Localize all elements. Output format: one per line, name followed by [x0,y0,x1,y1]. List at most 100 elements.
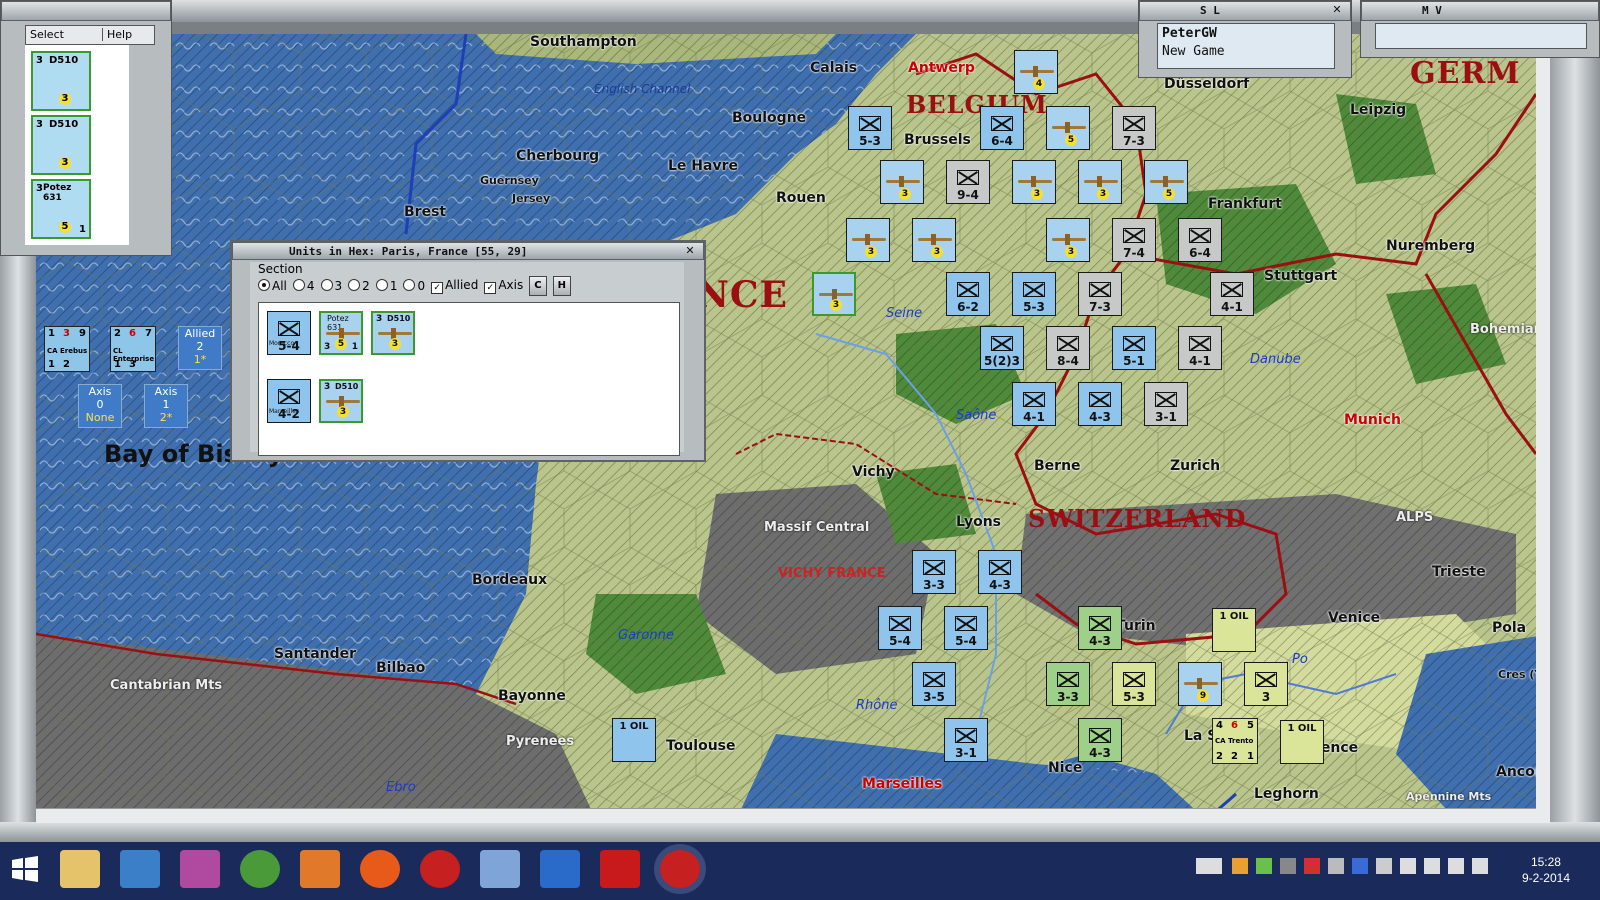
tray-app-icon[interactable] [1328,858,1344,874]
button-h[interactable]: H [552,276,571,296]
map-unit[interactable]: 5-3 [848,106,892,150]
units-panel-titlebar[interactable] [1,1,171,21]
map-air-unit[interactable]: 3 [1012,160,1056,204]
tray-app-icon[interactable] [1232,858,1248,874]
battery-icon[interactable] [1424,858,1440,874]
pool-box-axis[interactable]: Axis 0 None [78,384,122,428]
keyboard-icon[interactable] [1196,858,1222,874]
tray-app-icon[interactable] [1304,858,1320,874]
map-air-unit[interactable]: 3 [912,218,956,262]
map-unit[interactable]: 3-1 [1144,382,1188,426]
map-unit[interactable]: 3 [1244,662,1288,706]
oil-resource[interactable]: 1 OIL [1212,608,1256,652]
map-horizontal-scrollbar[interactable] [36,808,1550,823]
close-icon[interactable]: ✕ [1330,4,1344,16]
map-unit[interactable]: 4-3 [978,550,1022,594]
hex-unit[interactable]: Potez 631 3 5 1 [319,311,363,355]
map-unit[interactable]: 7-4 [1112,218,1156,262]
unit-counter[interactable]: 3 D510 3 [31,51,91,111]
tray-app-icon[interactable] [1256,858,1272,874]
map-unit[interactable]: 9-4 [946,160,990,204]
map-unit[interactable]: 5-4 [878,606,922,650]
photo-app-icon[interactable] [180,850,220,888]
firefox-icon[interactable] [360,850,400,888]
map-unit[interactable]: 4-3 [1078,606,1122,650]
map-air-unit[interactable]: 3 [1078,160,1122,204]
pool-box-allied[interactable]: Allied 2 1* [178,326,222,370]
map-unit[interactable]: 8-4 [1046,326,1090,370]
map-unit[interactable]: 3-3 [912,550,956,594]
checkbox-axis[interactable]: ✓ Axis [484,278,523,294]
map-unit[interactable]: 6-4 [980,106,1024,150]
checkbox-allied[interactable]: ✓ Allied [431,278,478,294]
radio-all[interactable]: All [258,279,287,293]
map-unit[interactable]: 5-3 [1112,662,1156,706]
map-air-unit[interactable]: 3 [846,218,890,262]
map-air-unit[interactable]: 9 [1178,662,1222,706]
mv-panel-titlebar[interactable]: M V [1361,1,1599,21]
tray-app-icon[interactable] [1376,858,1392,874]
thunderbird-icon[interactable] [540,850,580,888]
map-unit[interactable]: 4-1 [1210,272,1254,316]
game-app-icon[interactable] [420,850,460,888]
map-air-unit[interactable]: 3 [1046,218,1090,262]
radio-4[interactable]: 4 [292,279,315,293]
map-unit[interactable]: 3-3 [1046,662,1090,706]
map-unit[interactable]: 7-3 [1078,272,1122,316]
unit-counter[interactable]: 3 D510 3 [31,115,91,175]
hex-unit[interactable]: D510 3 3 [319,379,363,423]
sl-panel-titlebar[interactable]: S L ✕ [1139,1,1351,21]
map-unit[interactable]: 3-1 [944,718,988,762]
oil-resource[interactable]: 1 OIL [612,718,656,762]
naval-unit[interactable]: 2 6 7 CL Enterprise 1 3 [110,326,156,372]
map-unit[interactable]: 4-3 [1078,718,1122,762]
mail-icon[interactable] [300,850,340,888]
pdf-reader-icon[interactable] [600,850,640,888]
radio-1[interactable]: 1 [375,279,397,293]
hex-unit[interactable]: Morocco 5-4 [267,311,311,355]
unit-counter[interactable]: 3 Potez 631 5 1 [31,179,91,239]
map-unit[interactable]: 7-3 [1112,106,1156,150]
map-unit[interactable]: 3-5 [912,662,956,706]
flag-icon[interactable] [1400,858,1416,874]
map-air-unit[interactable]: 5 [1144,160,1188,204]
map-vertical-scrollbar[interactable] [1536,34,1550,810]
naval-unit[interactable]: 4 6 5 CA Trento 2 2 1 [1212,718,1258,764]
chrome-icon[interactable] [240,850,280,888]
close-icon[interactable]: ✕ [683,245,697,257]
media-player-icon[interactable] [120,850,160,888]
map-unit[interactable]: 4-3 [1078,382,1122,426]
map-unit[interactable]: 6-4 [1178,218,1222,262]
game-app-active-icon[interactable] [660,850,700,888]
map-unit[interactable]: 4-1 [1012,382,1056,426]
button-c[interactable]: C [529,276,547,296]
dialog-titlebar[interactable]: Units in Hex: Paris, France [55, 29] ✕ [232,242,704,260]
hex-unit[interactable]: D510 3 3 [371,311,415,355]
tray-app-icon[interactable] [1280,858,1296,874]
radio-2[interactable]: 2 [348,279,370,293]
radio-0[interactable]: 0 [403,279,425,293]
taskbar-clock[interactable]: 15:28 9-2-2014 [1522,854,1570,886]
document-app-icon[interactable] [480,850,520,888]
map-air-unit[interactable]: 5 [1046,106,1090,150]
network-icon[interactable] [1448,858,1464,874]
menu-select[interactable]: Select [30,28,64,41]
naval-unit[interactable]: 1 3 9 CA Erebus 1 2 [44,326,90,372]
radio-3[interactable]: 3 [320,279,342,293]
map-air-unit[interactable]: 3 [880,160,924,204]
map-unit[interactable]: 4-1 [1178,326,1222,370]
bluetooth-icon[interactable] [1352,858,1368,874]
map-air-unit[interactable]: 4 [1014,50,1058,94]
oil-resource[interactable]: 1 OIL [1280,720,1324,764]
hex-unit[interactable]: Marseilles 4-2 [267,379,311,423]
menu-help[interactable]: Help [102,28,132,41]
map-air-unit[interactable]: 3 [812,272,856,316]
map-unit[interactable]: 6-2 [946,272,990,316]
volume-icon[interactable] [1472,858,1488,874]
map-unit[interactable]: 5-4 [944,606,988,650]
windows-start-icon[interactable] [6,850,46,888]
map-unit[interactable]: 5-1 [1112,326,1156,370]
file-explorer-icon[interactable] [60,850,100,888]
pool-box-axis[interactable]: Axis 1 2* [144,384,188,428]
map-unit[interactable]: 5(2)3 [980,326,1024,370]
